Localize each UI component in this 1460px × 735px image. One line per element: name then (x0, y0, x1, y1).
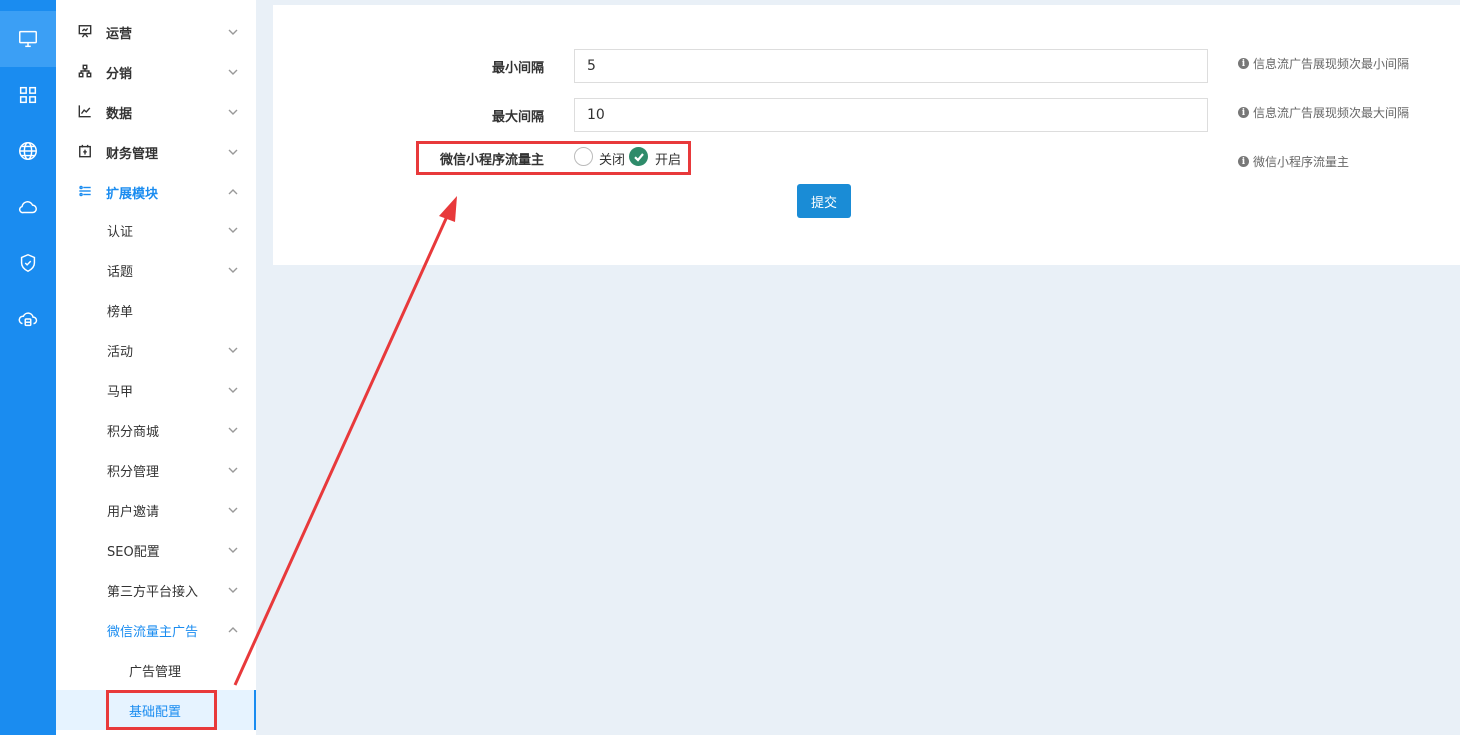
sidebar-item-third-party[interactable]: 第三方平台接入 (56, 570, 256, 610)
chevron-down-icon (228, 544, 238, 554)
sidebar-item-vest[interactable]: 马甲 (56, 370, 256, 410)
sidebar-item-label: 扩展模块 (106, 186, 159, 202)
sidebar-item-wechat-ads[interactable]: 微信流量主广告 (56, 610, 256, 650)
chevron-down-icon (228, 504, 238, 514)
sidebar-item-auth[interactable]: 认证 (56, 210, 256, 250)
shield-check-icon[interactable] (0, 235, 56, 291)
sidebar-item-extensions[interactable]: 扩展模块 (56, 172, 256, 212)
sidebar-item-label: 用户邀请 (107, 504, 160, 520)
sidebar-item-points-mall[interactable]: 积分商城 (56, 410, 256, 450)
info-icon: i (1238, 58, 1249, 69)
chevron-down-icon (228, 464, 238, 474)
chevron-down-icon (228, 224, 238, 234)
hint-text: 信息流广告展现频次最小间隔 (1253, 57, 1410, 71)
sidebar-item-operations[interactable]: 运营 (56, 12, 256, 52)
chevron-down-icon (228, 106, 238, 116)
hint-text: 微信小程序流量主 (1253, 155, 1350, 169)
sidebar-item-label: 话题 (107, 264, 134, 280)
info-icon: i (1238, 107, 1249, 118)
annotation-highlight-menu (106, 690, 217, 730)
sidebar-item-label: 积分管理 (107, 464, 160, 480)
line-chart-icon (78, 104, 94, 120)
max-interval-label: 最大间隔 (491, 110, 544, 125)
wechat-traffic-hint: i 微信小程序流量主 (1238, 153, 1349, 170)
sidebar-item-finance[interactable]: 财务管理 (56, 132, 256, 172)
sidebar-item-label: 认证 (107, 224, 134, 240)
chevron-down-icon (228, 584, 238, 594)
chevron-down-icon (228, 66, 238, 76)
info-icon: i (1238, 156, 1249, 167)
max-interval-input[interactable]: 10 (574, 98, 1208, 132)
max-interval-hint: i 信息流广告展现频次最大间隔 (1238, 104, 1409, 121)
sidebar-item-label: 微信流量主广告 (107, 624, 199, 640)
cloud-icon[interactable] (0, 179, 56, 235)
sidebar-item-label: 分销 (106, 66, 133, 82)
sidebar-item-data[interactable]: 数据 (56, 92, 256, 132)
sidebar-item-rankings[interactable]: 榜单 (56, 290, 256, 330)
calendar-icon (78, 144, 94, 160)
chevron-down-icon (228, 26, 238, 36)
sidebar-item-ad-management[interactable]: 广告管理 (56, 650, 256, 690)
presentation-icon (78, 24, 94, 40)
sliders-icon (78, 184, 94, 200)
submit-button[interactable]: 提交 (797, 184, 851, 218)
hint-text: 信息流广告展现频次最大间隔 (1253, 106, 1410, 120)
sidebar-item-label: 活动 (107, 344, 134, 360)
sidebar-item-points-management[interactable]: 积分管理 (56, 450, 256, 490)
icon-rail (0, 0, 56, 735)
chevron-down-icon (228, 146, 238, 156)
grid-icon[interactable] (0, 67, 56, 123)
sidebar-item-label: 积分商城 (107, 424, 160, 440)
chevron-up-icon (228, 186, 238, 196)
min-interval-input[interactable]: 5 (574, 49, 1208, 83)
sidebar-item-label: 运营 (106, 26, 133, 42)
sidebar-item-user-invite[interactable]: 用户邀请 (56, 490, 256, 530)
monitor-icon[interactable] (0, 11, 56, 67)
sidebar-item-label: 马甲 (107, 384, 134, 400)
chevron-up-icon (228, 624, 238, 634)
globe-icon[interactable] (0, 123, 56, 179)
min-interval-label: 最小间隔 (491, 61, 544, 76)
sidebar-item-label: 第三方平台接入 (107, 584, 199, 600)
chevron-down-icon (228, 384, 238, 394)
min-interval-hint: i 信息流广告展现频次最小间隔 (1238, 55, 1409, 72)
annotation-highlight-setting (416, 141, 691, 175)
sidebar-item-seo[interactable]: SEO配置 (56, 530, 256, 570)
chevron-down-icon (228, 424, 238, 434)
sidebar-item-label: 榜单 (107, 304, 134, 320)
hierarchy-icon (78, 64, 94, 80)
sidebar-item-topics[interactable]: 话题 (56, 250, 256, 290)
sidebar-item-events[interactable]: 活动 (56, 330, 256, 370)
cloud-server-icon[interactable] (0, 291, 56, 347)
sidebar-item-label: SEO配置 (107, 544, 160, 560)
sidebar: 运营 分销 数据 财务管理 扩展模块 认证 话题 榜单 活动 马甲 积分商城 积… (56, 0, 256, 735)
sidebar-item-distribution[interactable]: 分销 (56, 52, 256, 92)
chevron-down-icon (228, 264, 238, 274)
config-panel (273, 5, 1460, 265)
sidebar-item-label: 广告管理 (129, 664, 182, 680)
sidebar-item-label: 数据 (106, 106, 133, 122)
chevron-down-icon (228, 344, 238, 354)
sidebar-item-label: 财务管理 (106, 146, 159, 162)
